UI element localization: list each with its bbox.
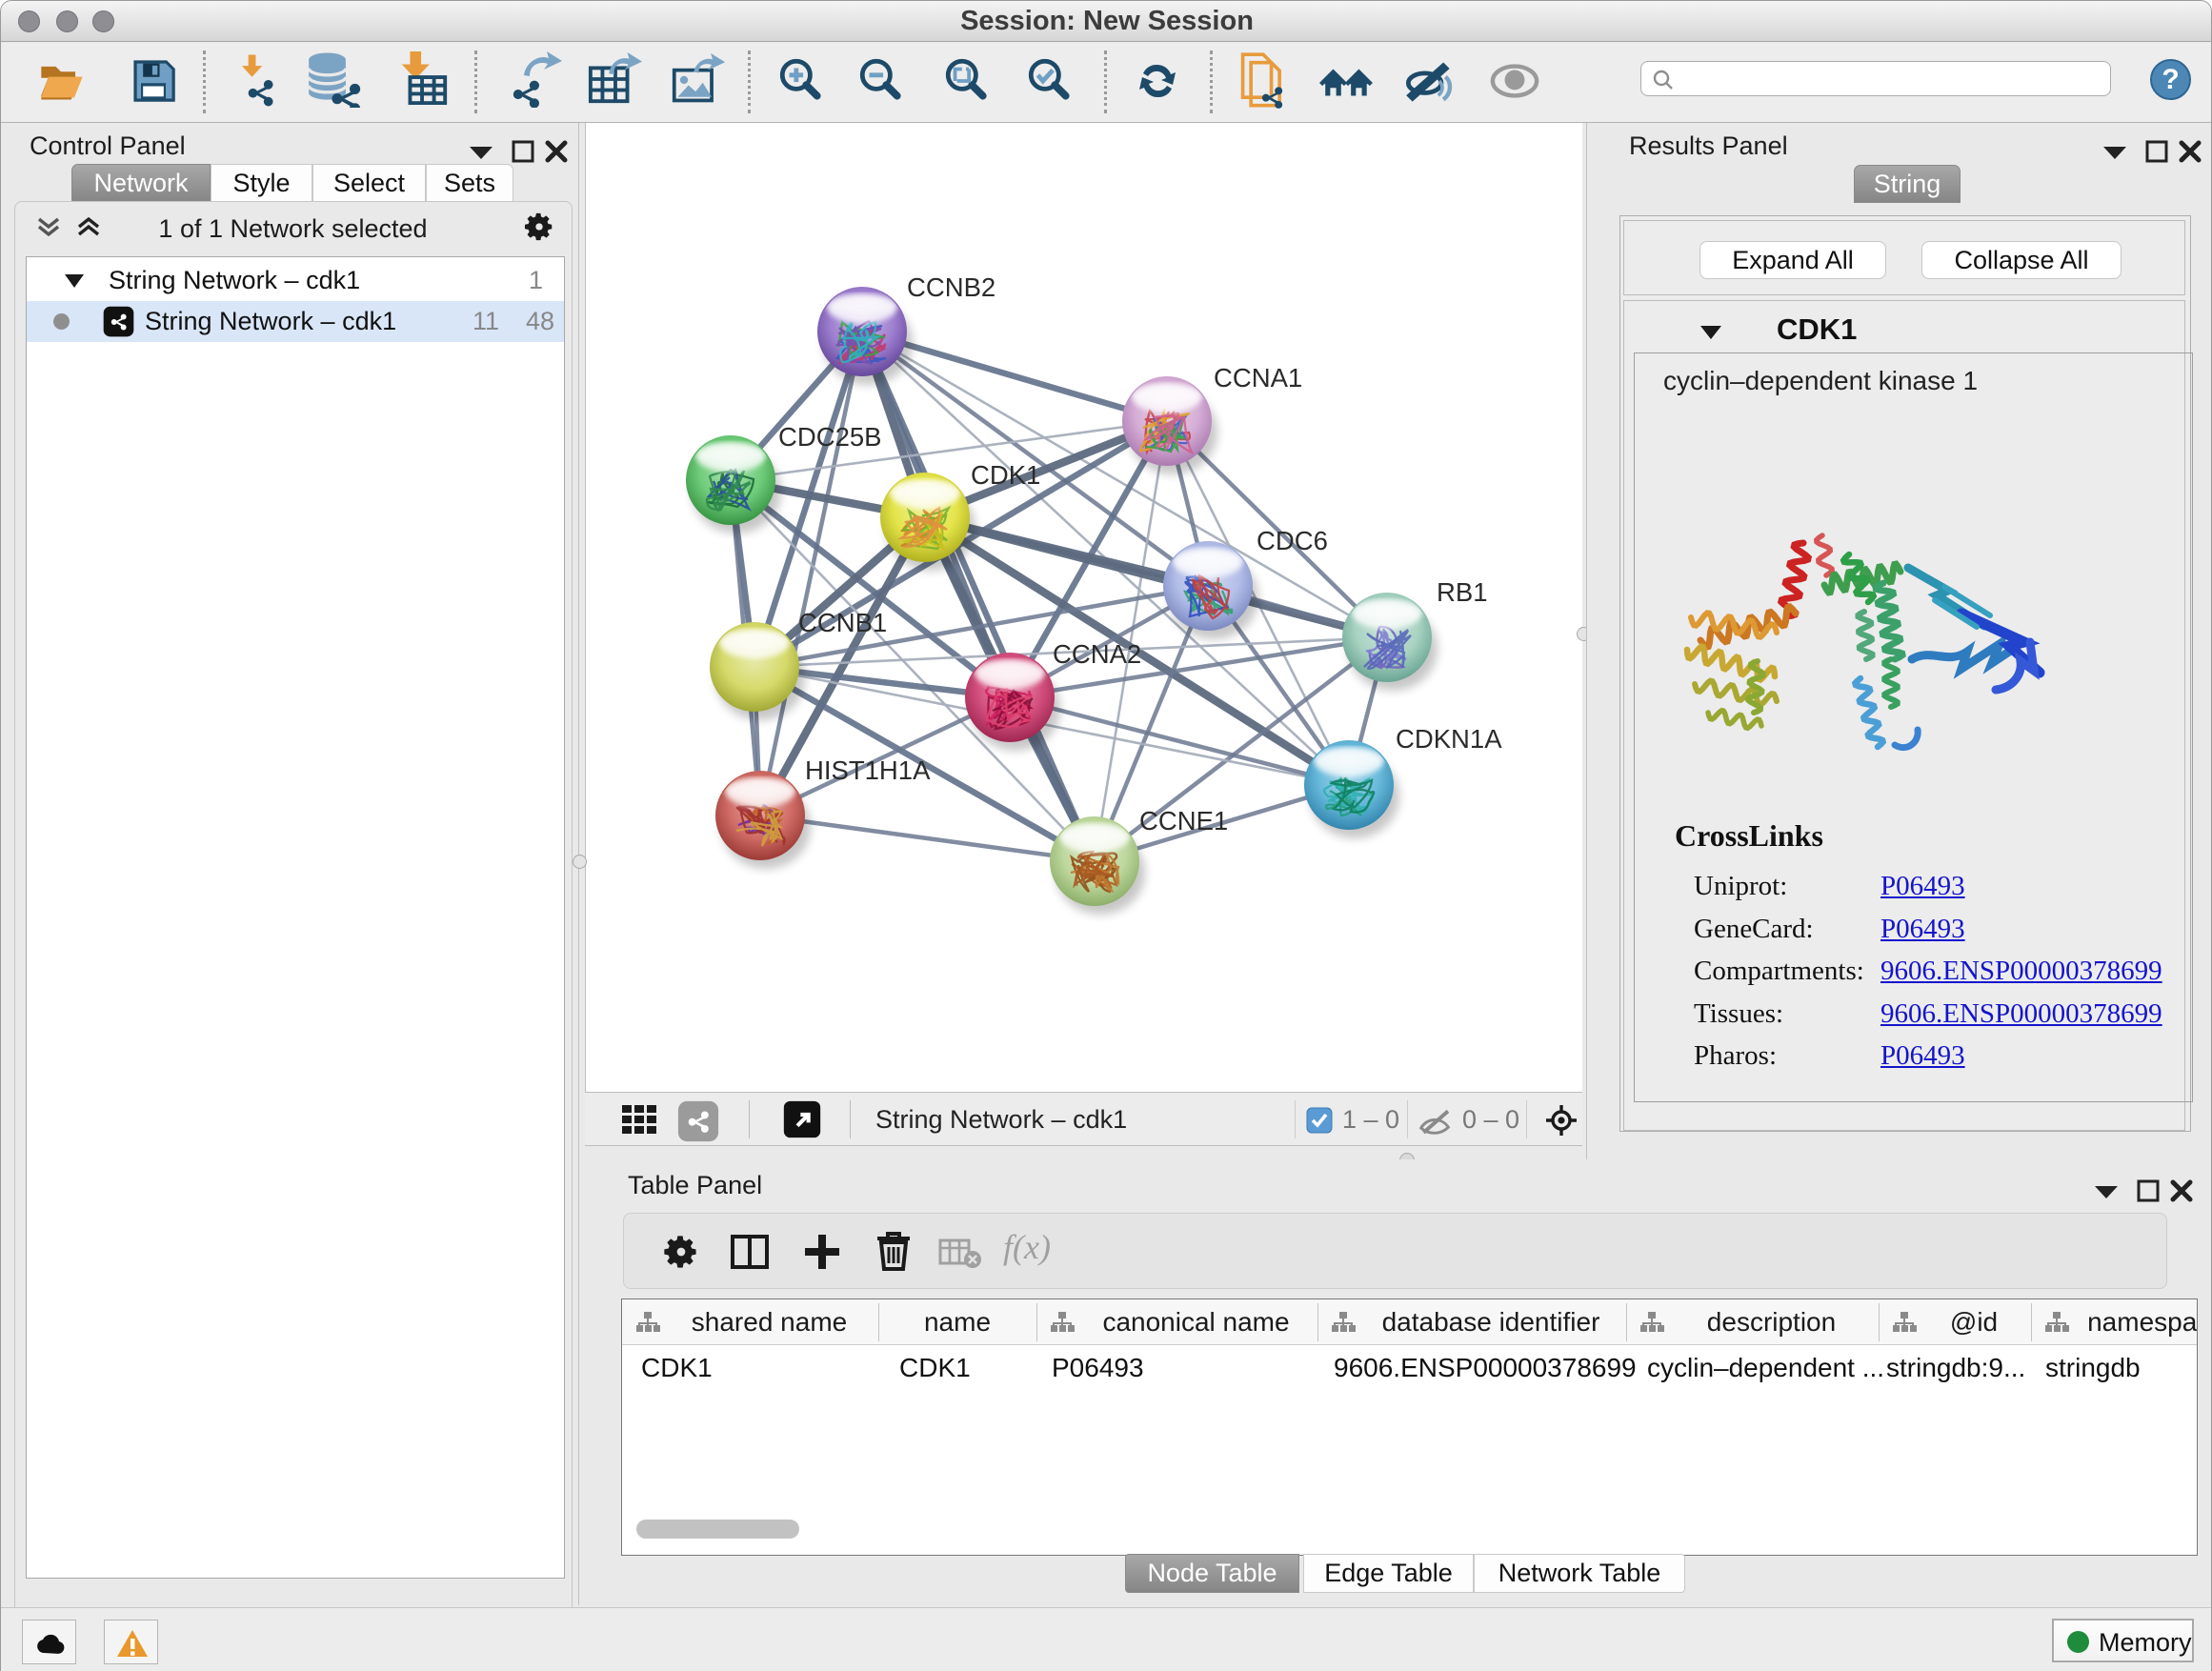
svg-text:CDKN1A: CDKN1A: [1396, 724, 1502, 754]
svg-text:CCNE1: CCNE1: [1139, 806, 1228, 836]
svg-text:CDC25B: CDC25B: [778, 422, 882, 452]
svg-text:CCNB2: CCNB2: [907, 272, 995, 302]
svg-text:CDK1: CDK1: [971, 460, 1040, 490]
svg-text:CCNA2: CCNA2: [1053, 639, 1141, 669]
svg-text:HIST1H1A: HIST1H1A: [805, 755, 931, 785]
svg-text:RB1: RB1: [1437, 577, 1488, 607]
svg-text:CCNA1: CCNA1: [1214, 363, 1302, 393]
svg-text:CCNB1: CCNB1: [798, 608, 887, 637]
svg-text:CDC6: CDC6: [1257, 526, 1328, 555]
